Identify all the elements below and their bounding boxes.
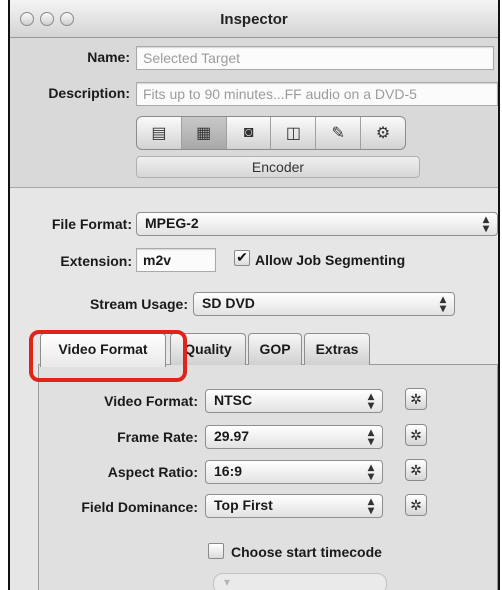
gear-icon: ✲	[410, 462, 422, 478]
frame-rate-settings-button[interactable]: ✲	[405, 424, 427, 446]
aspect-ratio-label: Aspect Ratio:	[107, 464, 198, 480]
window-title: Inspector	[220, 11, 288, 28]
encoder-icon: ▦	[196, 125, 212, 142]
chevron-down-icon: ▾	[224, 575, 231, 589]
popup-arrows-icon: ▴ ▾	[367, 460, 374, 483]
popup-arrows-icon: ▴ ▾	[439, 292, 446, 315]
file-format-popup[interactable]: MPEG-2 ▴ ▾	[136, 212, 498, 236]
video-format-settings-button[interactable]: ✲	[405, 388, 427, 410]
video-format-value: NTSC	[214, 392, 253, 408]
field-dominance-settings-button[interactable]: ✲	[405, 494, 427, 516]
tab-extras[interactable]: Extras	[304, 333, 370, 365]
target-header-panel: Name: Selected Target Description: Fits …	[10, 38, 498, 188]
inspector-window: Inspector Name: Selected Target Descript…	[8, 0, 500, 590]
description-label: Description:	[48, 85, 130, 101]
summary-pane-button[interactable]: ▤	[137, 117, 182, 149]
field-dominance-value: Top First	[214, 497, 273, 513]
popup-arrows-icon: ▴ ▾	[367, 389, 374, 412]
choose-start-timecode-label: Choose start timecode	[231, 544, 382, 560]
frame-controls-pane-button[interactable]: ◫	[271, 117, 317, 149]
field-dominance-label: Field Dominance:	[81, 499, 198, 515]
start-timecode-field[interactable]: ▾	[213, 573, 387, 590]
file-format-label: File Format:	[51, 216, 132, 232]
gear-icon: ✲	[410, 391, 422, 407]
frame-rate-value: 29.97	[214, 428, 250, 444]
aspect-ratio-popup[interactable]: 16:9 ▴ ▾	[205, 460, 383, 484]
allow-job-segmenting-label: Allow Job Segmenting	[255, 252, 406, 268]
checkmark-icon: ✔	[236, 249, 248, 265]
popup-arrows-icon: ▴ ▾	[482, 212, 489, 235]
frame-rate-popup[interactable]: 29.97 ▴ ▾	[205, 425, 383, 449]
stream-usage-value: SD DVD	[202, 295, 255, 311]
title-bar[interactable]: Inspector	[10, 0, 498, 38]
extension-label: Extension:	[60, 253, 132, 269]
aspect-ratio-settings-button[interactable]: ✲	[405, 459, 427, 481]
tab-gop[interactable]: GOP	[248, 333, 302, 365]
name-field[interactable]: Selected Target	[136, 46, 494, 70]
summary-icon: ▤	[151, 125, 167, 142]
pane-title-label: Encoder	[136, 156, 420, 178]
allow-job-segmenting-checkbox[interactable]: ✔	[234, 250, 250, 266]
stream-usage-popup[interactable]: SD DVD ▴ ▾	[193, 292, 455, 316]
geometry-icon: ✎	[331, 125, 345, 142]
actions-pane-button[interactable]: ⚙	[361, 117, 405, 149]
popup-arrows-icon: ▴ ▾	[367, 425, 374, 448]
gear-icon: ✲	[410, 497, 422, 513]
description-field[interactable]: Fits up to 90 minutes...FF audio on a DV…	[136, 82, 498, 106]
choose-start-timecode-checkbox[interactable]	[208, 543, 224, 559]
video-format-label: Video Format:	[104, 393, 198, 409]
inspector-pane-selector: ▤ ▦ ◙ ◫ ✎ ⚙	[136, 116, 406, 150]
filters-pane-button[interactable]: ◙	[227, 117, 272, 149]
stream-usage-label: Stream Usage:	[89, 296, 188, 312]
video-format-popup[interactable]: NTSC ▴ ▾	[205, 389, 383, 413]
frame-rate-label: Frame Rate:	[117, 429, 198, 445]
filters-icon: ◙	[243, 124, 254, 141]
actions-icon: ⚙	[375, 125, 391, 142]
gear-icon: ✲	[410, 427, 422, 443]
extension-field[interactable]: m2v	[136, 248, 216, 272]
popup-arrows-icon: ▴ ▾	[367, 494, 374, 517]
aspect-ratio-value: 16:9	[214, 463, 243, 479]
field-dominance-popup[interactable]: Top First ▴ ▾	[205, 494, 383, 518]
frame-controls-icon: ◫	[285, 125, 301, 142]
name-label: Name:	[87, 49, 130, 65]
red-highlight-annotation	[29, 330, 187, 382]
geometry-pane-button[interactable]: ✎	[316, 117, 362, 149]
file-format-value: MPEG-2	[145, 215, 199, 231]
encoder-pane-button[interactable]: ▦	[181, 117, 227, 149]
